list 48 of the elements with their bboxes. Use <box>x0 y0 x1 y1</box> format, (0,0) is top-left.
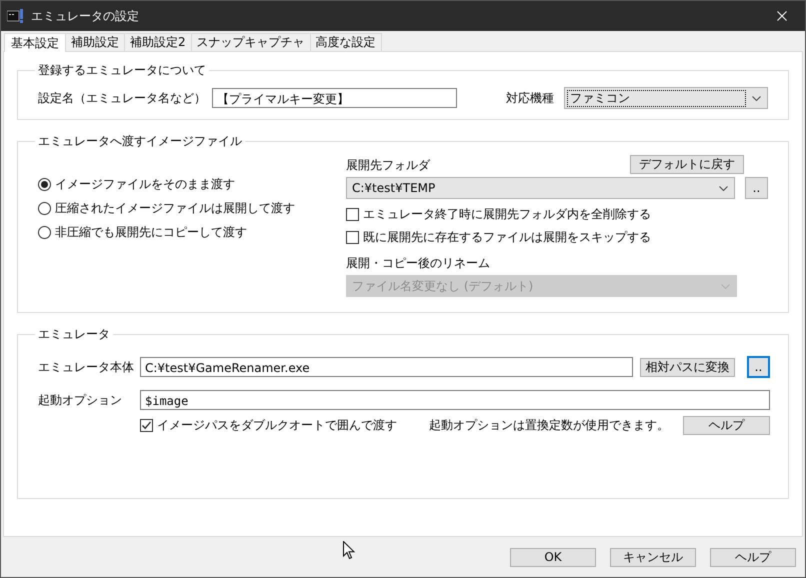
browse-button[interactable]: .. <box>747 356 770 378</box>
app-icon <box>7 9 25 23</box>
text-field[interactable]: 【プライマルキー変更】 <box>212 88 457 108</box>
tab[interactable]: 補助設定 <box>65 33 125 51</box>
close-icon <box>777 11 787 21</box>
tab[interactable]: スナップキャプチャ <box>190 33 311 51</box>
group-title: 登録するエミュレータについて <box>37 62 207 79</box>
radio-label: 非圧縮でも展開先にコピーして渡す <box>55 224 247 240</box>
field-label: 設定名（エミュレータ名など） <box>38 90 206 106</box>
hint-text: 起動オプションは置換定数が使用できます。 <box>429 417 669 434</box>
radio-button[interactable] <box>38 178 51 190</box>
radio-button[interactable] <box>38 202 51 214</box>
group-title: エミュレータへ渡すイメージファイル <box>37 133 243 150</box>
radio-label: 圧縮されたイメージファイルは展開して渡す <box>55 200 295 216</box>
reset-button[interactable]: デフォルトに戻す <box>630 155 744 174</box>
mouse-cursor-icon <box>343 541 355 560</box>
chevron-down-icon <box>752 96 761 100</box>
radio-label: イメージファイルをそのまま渡す <box>55 176 235 192</box>
browse-button[interactable]: .. <box>745 177 768 199</box>
chevron-down-icon <box>721 284 730 288</box>
field-label: 対応機種 <box>506 90 554 106</box>
tab[interactable]: 基本設定 <box>4 33 66 52</box>
dialog-button[interactable]: OK <box>510 548 596 566</box>
checkbox-label: エミュレータ終了時に展開先フォルダ内を全削除する <box>363 206 651 223</box>
dropdown[interactable]: C:¥test¥TEMP <box>346 177 735 199</box>
chevron-down-icon <box>719 186 728 190</box>
checkbox-label: イメージパスをダブルクオートで囲んで渡す <box>157 417 397 434</box>
text-field[interactable]: C:¥test¥GameRenamer.exe <box>140 357 633 377</box>
field-label: 展開先フォルダ <box>346 157 430 174</box>
text-field[interactable]: $image <box>140 390 770 410</box>
field-label: 起動オプション <box>38 392 123 408</box>
tab[interactable]: 高度な設定 <box>310 33 382 51</box>
help-button[interactable]: ヘルプ <box>683 416 770 435</box>
window-title: エミュレータの設定 <box>31 8 140 24</box>
group-title: エミュレータ <box>37 326 111 343</box>
field-label: エミュレータ本体 <box>38 358 134 376</box>
checkbox-label: 既に展開先に存在するファイルは展開をスキップする <box>363 229 651 246</box>
radio-button[interactable] <box>38 226 51 238</box>
convert-button[interactable]: 相対パスに変換 <box>640 358 735 376</box>
checkmark-icon <box>141 420 152 431</box>
dialog-button[interactable]: ヘルプ <box>710 548 796 566</box>
dropdown[interactable]: ファミコン <box>564 87 768 109</box>
checkbox[interactable] <box>346 231 359 244</box>
field-label: 展開・コピー後のリネーム <box>346 255 491 272</box>
tab[interactable]: 補助設定2 <box>124 33 192 51</box>
dialog-button[interactable]: キャンセル <box>610 548 696 566</box>
checkbox[interactable] <box>346 208 359 221</box>
checkbox[interactable] <box>140 419 153 432</box>
